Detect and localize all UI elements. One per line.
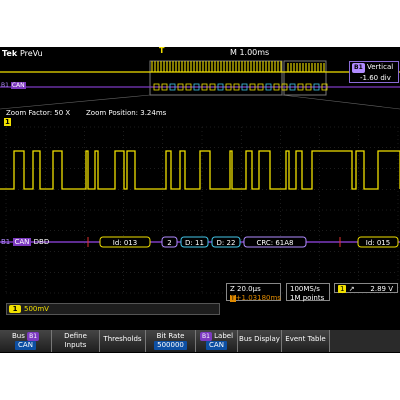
softkey-thresholds[interactable]: Thresholds [100,330,146,352]
softkey-bus[interactable]: Bus B1 CAN [0,330,52,352]
bus-frame-label: 2 [167,239,171,247]
overview-ch1-burst2 [287,63,325,72]
overview-ch1-burst [151,61,282,72]
bus-frame-label: CRC: 61A8 [256,239,293,247]
zoomed-bus-decode: Id: 013 2 D: 11 D: 22 CRC: 61A8 Id: 015 [0,236,400,248]
softkey-label[interactable]: B1 Label CAN [196,330,238,352]
overview-bus-label: B1 CAN [1,82,26,89]
zoom-ch1-marker: 1 [4,118,11,126]
zoom-info-bar: Zoom Factor: 50 X Zoom Position: 3.24ms [6,109,167,117]
softkey-define-inputs[interactable]: Define Inputs [52,330,100,352]
trigger-readout: 1 ↗ 2.89 V [334,283,398,293]
bus-frame-label: D: 11 [185,239,204,247]
ch1-square-wave [0,150,400,190]
softkey-bar: Bus B1 CAN Define Inputs Thresholds Bit … [0,330,400,352]
softkey-bit-rate[interactable]: Bit Rate 500000 [146,330,196,352]
sample-rate-readout: 100MS/s 1M points [286,283,330,302]
ch1-scale-readout[interactable]: 1 500mV [6,303,220,315]
softkey-bus-display[interactable]: Bus Display [238,330,282,352]
bus-frame-label: D: 22 [217,239,236,247]
trigger-position-marker: T [159,47,165,55]
vertical-readout: B1 Vertical -1.60 div [349,61,399,83]
time-scale-icon: Z [230,285,235,293]
oscilloscope-display: Id: 013 2 D: 11 D: 22 CRC: 61A8 Id: 015 Tek P… [0,47,400,353]
rising-edge-icon: ↗ [348,285,355,293]
timebase-readout: M 1.00ms [230,48,270,57]
graticule [5,126,399,294]
overview-ch1-trace [0,61,400,73]
time-readout: Z 20.0µs T+1.03180ms [226,283,281,302]
softkey-event-table[interactable]: Event Table [282,330,330,352]
zoomed-ch1-trace [0,150,400,190]
overview-bus-trace [0,83,400,91]
bus-frame-label: Id: 015 [366,239,390,247]
zoom-bus-label: B1 CAN DBD [1,238,50,246]
bus-frame-label: Id: 013 [113,239,137,247]
tek-logo: Tek PreVu [2,49,43,58]
